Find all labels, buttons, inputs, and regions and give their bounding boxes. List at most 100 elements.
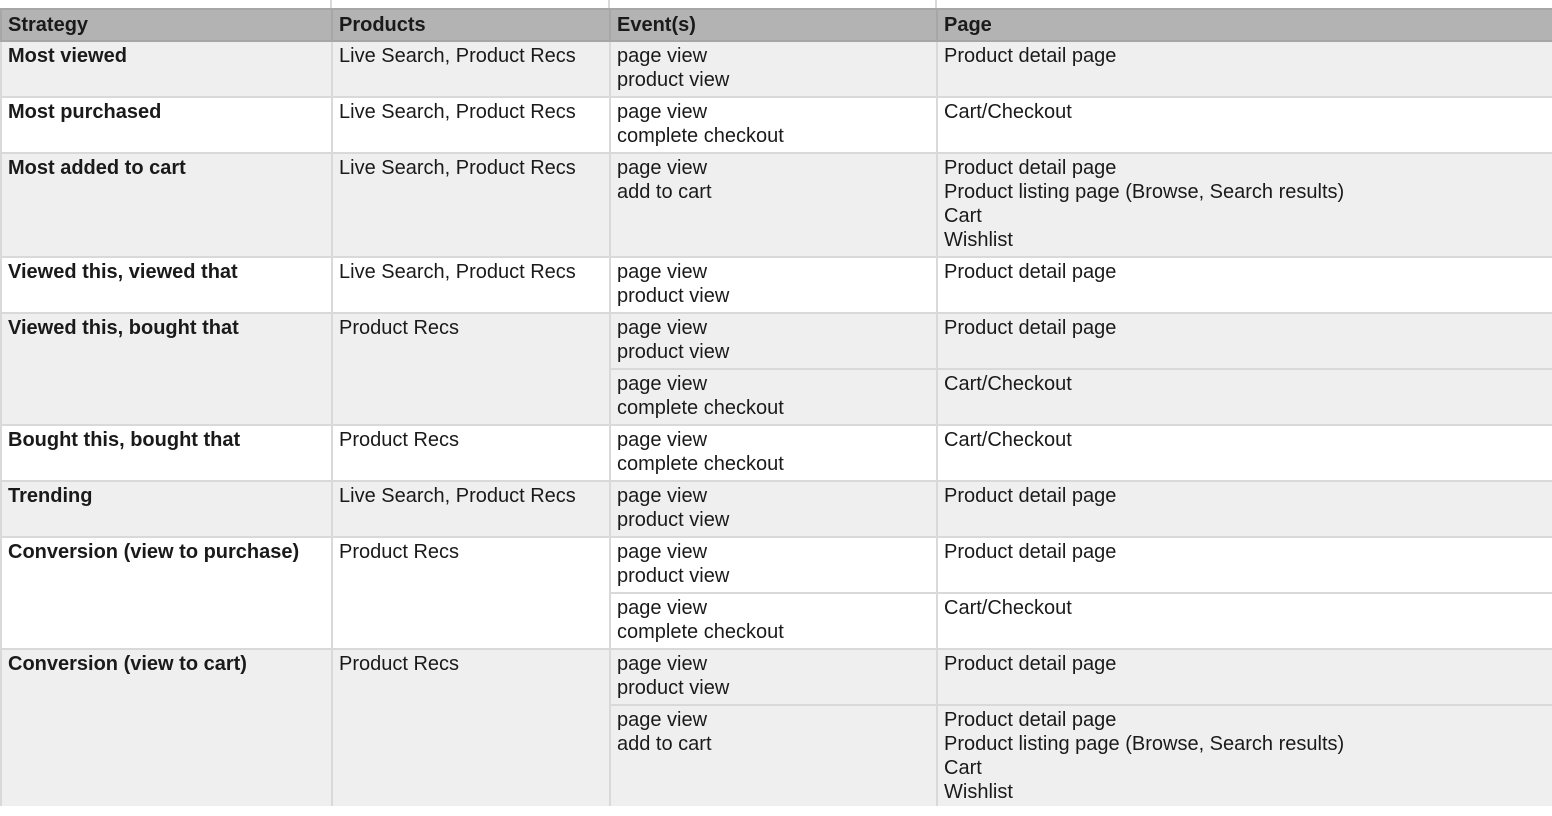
cell-events[interactable]: page view product view [609,536,938,594]
cell-page[interactable]: Product detail page [936,40,1552,98]
cell-events[interactable]: page view complete checkout [609,592,938,650]
cell-products[interactable]: Live Search, Product Recs [331,40,611,98]
cell-strategy[interactable]: Viewed this, viewed that [0,256,333,314]
cell-events[interactable]: page view add to cart [609,152,938,258]
page-line: Product detail page [944,709,1117,731]
table-row: Most viewed Live Search, Product Recs page… [0,40,1552,98]
column-divider [935,0,937,8]
cell-strategy[interactable]: Most added to cart [0,152,333,258]
table-body: Most viewed Live Search, Product Recs page… [0,40,1552,810]
cell-products[interactable]: Product Recs [331,536,611,650]
event-line: complete checkout [617,125,784,147]
cell-page[interactable]: Product detail page [936,480,1552,538]
page-line: Cart/Checkout [944,429,1072,451]
cell-page[interactable]: Cart/Checkout [936,592,1552,650]
cell-products[interactable]: Live Search, Product Recs [331,480,611,538]
event-line: page view [617,709,708,731]
table-row: Viewed this, viewed that Live Search, Pro… [0,256,1552,314]
cell-page[interactable]: Product detail page Product listing page … [936,704,1552,810]
cell-events[interactable]: page view complete checkout [609,96,938,154]
page-line: Product detail page [944,45,1117,67]
cell-products[interactable]: Live Search, Product Recs [331,96,611,154]
event-line: product view [617,69,730,91]
cell-strategy[interactable]: Bought this, bought that [0,424,333,482]
cell-products[interactable]: Live Search, Product Recs [331,152,611,258]
event-line: page view [617,157,708,179]
cell-page[interactable]: Product detail page [936,312,1552,370]
cell-page[interactable]: Product detail page [936,648,1552,706]
table-row: Conversion (view to purchase) Product Rec… [0,536,1552,650]
cell-events[interactable]: page view add to cart [609,704,938,810]
event-line: page view [617,45,708,67]
page-line: Product detail page [944,317,1117,339]
event-line: product view [617,509,730,531]
cell-events[interactable]: page view product view [609,40,938,98]
previous-row-strip [0,0,1552,8]
header-cell-page[interactable]: Page [936,8,1552,42]
cell-page[interactable]: Cart/Checkout [936,424,1552,482]
event-line: page view [617,261,708,283]
cell-page[interactable]: Cart/Checkout [936,368,1552,426]
page-line: Cart/Checkout [944,101,1072,123]
event-line: page view [617,373,708,395]
event-line: page view [617,317,708,339]
event-line: page view [617,653,708,675]
page-line: Cart/Checkout [944,373,1072,395]
cell-products[interactable]: Product Recs [331,312,611,426]
page-line: Cart [944,757,982,779]
cell-products[interactable]: Live Search, Product Recs [331,256,611,314]
cell-events[interactable]: page view complete checkout [609,424,938,482]
event-line: add to cart [617,181,712,203]
cell-events[interactable]: page view product view [609,256,938,314]
table-row: Viewed this, bought that Product Recs page… [0,312,1552,426]
cell-strategy[interactable]: Conversion (view to cart) [0,648,333,810]
cell-products[interactable]: Product Recs [331,648,611,810]
header-cell-products[interactable]: Products [331,8,611,42]
page-line: Cart/Checkout [944,597,1072,619]
event-line: product view [617,341,730,363]
next-row-strip [0,806,1552,816]
event-line: page view [617,597,708,619]
event-line: page view [617,485,708,507]
cell-products[interactable]: Product Recs [331,424,611,482]
cell-strategy[interactable]: Viewed this, bought that [0,312,333,426]
page-line: Product detail page [944,157,1117,179]
column-divider [330,0,332,8]
event-line: complete checkout [617,397,784,419]
event-line: add to cart [617,733,712,755]
strategy-table: Strategy Products Event(s) Page Most vie… [0,8,1552,810]
cell-page[interactable]: Product detail page [936,536,1552,594]
cell-events[interactable]: page view product view [609,312,938,370]
cell-events[interactable]: page view product view [609,480,938,538]
event-line: page view [617,541,708,563]
page-line: Product listing page (Browse, Search res… [944,733,1345,755]
table-row: Most added to cart Live Search, Product R… [0,152,1552,258]
cell-page[interactable]: Cart/Checkout [936,96,1552,154]
event-line: product view [617,565,730,587]
cell-strategy[interactable]: Most purchased [0,96,333,154]
page-line: Cart [944,205,982,227]
table-row: Conversion (view to cart) Product Recs pag… [0,648,1552,810]
event-line: page view [617,101,708,123]
cell-page[interactable]: Product detail page [936,256,1552,314]
header-cell-events[interactable]: Event(s) [609,8,938,42]
event-line: page view [617,429,708,451]
page-line: Product detail page [944,653,1117,675]
cell-page[interactable]: Product detail page Product listing page … [936,152,1552,258]
table-row: Bought this, bought that Product Recs page… [0,424,1552,482]
cell-strategy[interactable]: Most viewed [0,40,333,98]
cell-events[interactable]: page view complete checkout [609,368,938,426]
header-row: Strategy Products Event(s) Page [0,8,1552,42]
spreadsheet: Strategy Products Event(s) Page Most vie… [0,0,1552,816]
cell-strategy[interactable]: Conversion (view to purchase) [0,536,333,650]
page-line: Product listing page (Browse, Search res… [944,181,1345,203]
header-cell-strategy[interactable]: Strategy [0,8,333,42]
table-row: Most purchased Live Search, Product Recs p… [0,96,1552,154]
event-line: complete checkout [617,621,784,643]
cell-strategy[interactable]: Trending [0,480,333,538]
event-line: product view [617,285,730,307]
page-line: Wishlist [944,229,1013,251]
cell-events[interactable]: page view product view [609,648,938,706]
page-line: Product detail page [944,485,1117,507]
page-line: Product detail page [944,261,1117,283]
